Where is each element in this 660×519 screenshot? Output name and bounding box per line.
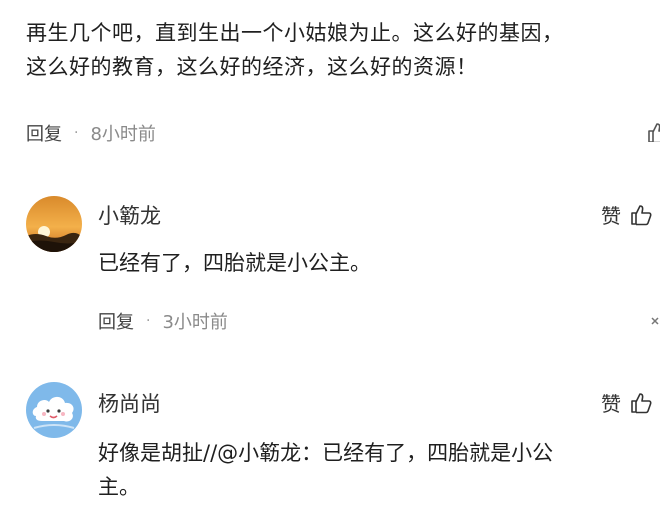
root-comment-time: 8小时前: [90, 124, 156, 145]
reply-1-text: 已经有了，四胎就是小公主。: [98, 251, 371, 275]
thumbs-up-icon: [629, 203, 653, 227]
root-reply-button[interactable]: 回复: [26, 120, 62, 146]
meta-separator: ·: [146, 313, 151, 329]
reply-1-reply-button[interactable]: 回复: [98, 308, 134, 334]
root-comment-text-line-2: 这么好的教育，这么好的经济，这么好的资源！: [26, 55, 478, 79]
reply-1-like-label: 赞: [601, 204, 621, 228]
root-like-thumb-icon[interactable]: [646, 122, 660, 142]
reply-2-like-label: 赞: [601, 392, 621, 416]
root-comment-text: 再生几个吧，直到生出一个小姑娘为止。这么好的基因， 这么好的教育，这么好的经济，…: [26, 16, 660, 84]
root-comment-meta: 回复 · 8小时前: [26, 120, 156, 146]
reply-2-text-line-2: 主。: [98, 475, 140, 499]
meta-separator: ·: [74, 125, 79, 141]
thumbs-up-icon: [629, 391, 653, 415]
reply-1-time: 3小时前: [162, 312, 228, 333]
root-comment-text-line-1: 再生几个吧，直到生出一个小姑娘为止。这么好的基因，: [26, 21, 564, 45]
reply-2-like-button[interactable]: 赞: [601, 388, 653, 417]
reply-2-text: 好像是胡扯//@小簕龙：已经有了，四胎就是小公 主。: [98, 436, 553, 504]
reply-2-text-line-1: 好像是胡扯//@小簕龙：已经有了，四胎就是小公: [98, 441, 554, 465]
reply-1-like-button[interactable]: 赞: [601, 200, 653, 229]
sunset-avatar-icon[interactable]: [26, 196, 82, 252]
reply-1-meta: 回复 · 3小时前: [98, 308, 228, 334]
reply-2-username[interactable]: 杨尚尚: [98, 388, 161, 418]
reply-1-more-icon[interactable]: [648, 313, 660, 333]
reply-1-username[interactable]: 小簕龙: [98, 200, 161, 230]
cloud-face-avatar-icon[interactable]: [26, 382, 82, 438]
